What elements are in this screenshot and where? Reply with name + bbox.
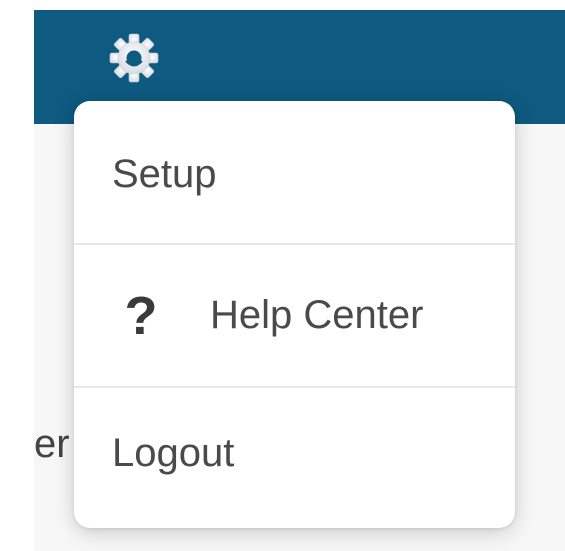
background-partial-text: er [34, 422, 70, 466]
menu-item-setup[interactable]: Setup [74, 101, 515, 243]
menu-item-logout[interactable]: Logout [74, 388, 515, 528]
gear-icon [109, 33, 159, 83]
settings-gear-button[interactable] [104, 28, 164, 88]
menu-item-help-center[interactable]: ? Help Center [74, 244, 515, 387]
menu-item-logout-label: Logout [112, 430, 235, 475]
settings-dropdown-menu: Setup ? Help Center Logout [74, 101, 515, 528]
menu-item-help-center-label: Help Center [210, 293, 424, 337]
app-canvas: er Setup ? Help Center Logout [0, 0, 565, 551]
menu-item-setup-label: Setup [112, 151, 217, 196]
question-mark-icon: ? [124, 285, 158, 346]
